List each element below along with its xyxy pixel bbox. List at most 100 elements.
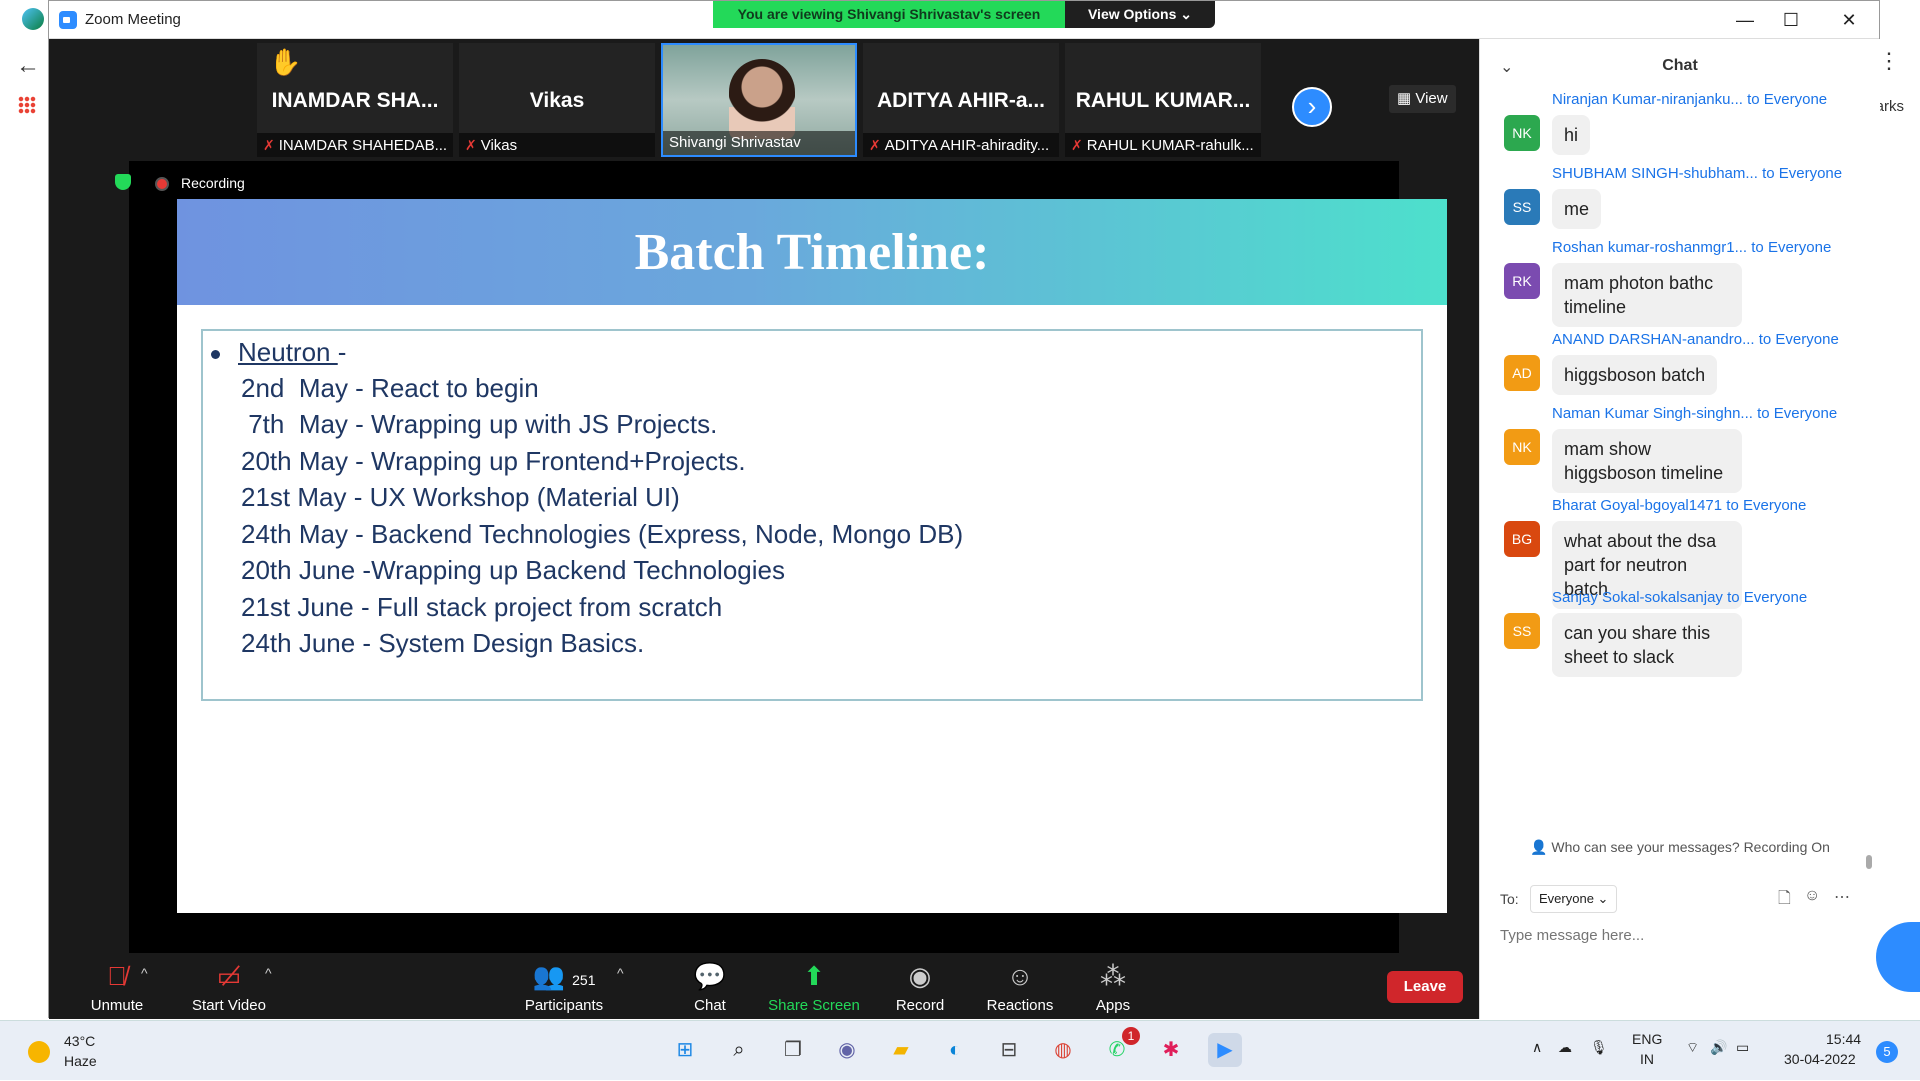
recipient-select[interactable]: Everyone ⌄ [1530, 885, 1618, 913]
message-sender[interactable]: Sanjay Sokal-sokalsanjay to Everyone [1552, 589, 1807, 606]
start-menu-icon[interactable]: ⊞ [668, 1033, 702, 1067]
participant-tile[interactable]: ADITYA AHIR-a... ✗ ADITYA AHIR-ahiradity.… [863, 43, 1059, 157]
slide-title: Batch Timeline: [634, 224, 990, 281]
record-button[interactable]: ◉ Record [885, 961, 955, 1014]
scrollbar-thumb[interactable] [1866, 855, 1872, 869]
participant-label-text: Vikas [480, 137, 518, 154]
participant-tile[interactable]: Vikas ✗ Vikas [459, 43, 655, 157]
zoom-logo-icon [59, 11, 77, 29]
minimize-button[interactable]: — [1725, 5, 1765, 35]
participant-label: Shivangi Shrivastav [663, 131, 855, 155]
message-bubble: hi [1552, 115, 1591, 155]
whatsapp-badge: 1 [1122, 1027, 1140, 1045]
video-options-caret-icon[interactable]: ^ [265, 965, 272, 981]
presentation-slide: Batch Timeline: Neutron - 2nd May - Reac… [177, 199, 1447, 913]
reactions-button[interactable]: ☺ Reactions [975, 961, 1065, 1014]
slide-header: Batch Timeline: [177, 199, 1447, 305]
language-top[interactable]: ENG [1632, 1031, 1662, 1047]
clock-time[interactable]: 15:44 [1826, 1031, 1861, 1047]
timeline-line: 7th May - Wrapping up with JS Projects. [241, 409, 718, 439]
more-options-icon[interactable]: ⋮ [1878, 48, 1900, 74]
participant-tile[interactable]: RAHUL KUMAR... ✗ RAHUL KUMAR-rahulk... [1065, 43, 1261, 157]
speaker-video [729, 59, 795, 139]
chat-header: ⌄ Chat [1480, 39, 1880, 95]
back-arrow-icon[interactable]: ← [16, 52, 40, 80]
chat-panel: ⌄ Chat Niranjan Kumar-niranjanku... to E… [1479, 39, 1880, 1019]
participants-caret-icon[interactable]: ^ [617, 965, 624, 981]
language-bottom[interactable]: IN [1640, 1051, 1654, 1067]
mic-off-icon: ✗ [1071, 137, 1083, 153]
notification-badge[interactable]: 5 [1876, 1041, 1898, 1063]
view-options-button[interactable]: View Options ⌄ [1065, 1, 1215, 28]
audio-options-caret-icon[interactable]: ^ [141, 965, 148, 981]
chat-title: Chat [1662, 57, 1698, 74]
reactions-icon: ☺ [1006, 961, 1034, 991]
timeline-line: 20th June -Wrapping up Backend Technolog… [241, 555, 785, 585]
cloud-icon[interactable]: ☁ [1558, 1039, 1572, 1056]
chat-button[interactable]: 💬 Chat [675, 961, 745, 1014]
volume-icon[interactable]: 🔊 [1710, 1039, 1727, 1056]
battery-icon[interactable]: ▭ [1736, 1039, 1749, 1056]
avatar: BG [1504, 521, 1540, 557]
whatsapp-icon[interactable]: ✆ 1 [1100, 1027, 1140, 1067]
sun-icon [28, 1041, 50, 1063]
store-icon[interactable]: ⊟ [992, 1033, 1026, 1067]
timeline-line: 21st June - Full stack project from scra… [241, 592, 723, 622]
temperature: 43°C [64, 1033, 96, 1049]
zoom-taskbar-icon[interactable]: ▶ [1208, 1033, 1242, 1067]
view-button[interactable]: ▦ View [1389, 85, 1456, 113]
recipient-value: Everyone [1539, 891, 1594, 906]
clock-date[interactable]: 30-04-2022 [1784, 1051, 1856, 1067]
slack-icon[interactable]: ✱ [1154, 1033, 1188, 1067]
message-sender[interactable]: ANAND DARSHAN-anandro... to Everyone [1552, 331, 1839, 348]
message-sender[interactable]: Naman Kumar Singh-singhn... to Everyone [1552, 405, 1837, 422]
apps-icon: ⁂ [1100, 961, 1126, 991]
maximize-button[interactable]: ☐ [1771, 5, 1811, 35]
chrome-icon[interactable]: ◍ [1046, 1033, 1080, 1067]
participant-name-large: INAMDAR SHA... [271, 89, 439, 112]
avatar: RK [1504, 263, 1540, 299]
message-sender[interactable]: Roshan kumar-roshanmgr1... to Everyone [1552, 239, 1831, 256]
emoji-icon[interactable]: ☺ [1804, 887, 1820, 905]
timeline-line: 24th June - System Design Basics. [241, 628, 645, 658]
message-sender[interactable]: Bharat Goyal-bgoyal1471 to Everyone [1552, 497, 1806, 514]
share-screen-button[interactable]: ⬆ Share Screen [759, 961, 869, 1014]
recording-bar: Recording [115, 161, 1399, 199]
message-bubble: higgsboson batch [1552, 355, 1718, 395]
chevron-up-icon[interactable]: ∧ [1532, 1039, 1542, 1056]
message-bubble: me [1552, 189, 1602, 229]
leave-button[interactable]: Leave [1387, 971, 1463, 1003]
active-speaker-tile[interactable]: Shivangi Shrivastav [661, 43, 857, 157]
apps-grid-icon[interactable] [18, 96, 36, 114]
privacy-note[interactable]: 👤 Who can see your messages? Recording O… [1480, 839, 1880, 856]
teams-chat-icon[interactable]: ◉ [830, 1033, 864, 1067]
microphone-icon[interactable]: 🎙 [1590, 1039, 1608, 1056]
shield-icon[interactable] [115, 174, 131, 190]
zoom-window: Zoom Meeting — ☐ ✕ You are viewing Shiva… [48, 0, 1880, 1019]
recipient-row: To: Everyone ⌄ 🗋 ☺ ⋯ [1500, 885, 1860, 915]
message-sender[interactable]: Niranjan Kumar-niranjanku... to Everyone [1552, 91, 1827, 108]
file-explorer-icon[interactable]: ▰ [884, 1033, 918, 1067]
recipient-text: to Everyone [1757, 405, 1838, 422]
edge-icon[interactable]: ◐ [938, 1033, 972, 1067]
search-icon[interactable]: ⌕ [722, 1033, 756, 1067]
chat-bubble-icon: 💬 [693, 961, 727, 991]
more-options-icon[interactable]: ⋯ [1834, 887, 1850, 907]
timeline-heading-suffix: - [337, 337, 347, 367]
chat-scrollbar[interactable] [1866, 89, 1872, 869]
participant-tile[interactable]: ✋ INAMDAR SHA... ✗ INAMDAR SHAHEDAB... [257, 43, 453, 157]
task-view-icon[interactable]: ❐ [776, 1033, 810, 1067]
message-sender[interactable]: SHUBHAM SINGH-shubham... to Everyone [1552, 165, 1842, 182]
message-input[interactable] [1500, 923, 1860, 947]
wifi-icon[interactable]: ⌔ [1686, 1039, 1699, 1057]
close-button[interactable]: ✕ [1829, 5, 1869, 35]
recording-icon[interactable] [155, 177, 169, 191]
start-video-button[interactable]: ▭̸ Start Video [179, 961, 279, 1014]
next-page-arrow-icon[interactable]: › [1292, 87, 1332, 127]
file-icon[interactable]: 🗋 [1778, 887, 1791, 914]
participants-button[interactable]: 👥 251 Participants [509, 961, 619, 1014]
apps-button[interactable]: ⁂ Apps [1083, 961, 1143, 1014]
people-icon: 👤 [1530, 839, 1552, 855]
timeline-line: 20th May - Wrapping up Frontend+Projects… [241, 446, 746, 476]
sender-name: SHUBHAM SINGH-shubham... [1552, 165, 1758, 182]
